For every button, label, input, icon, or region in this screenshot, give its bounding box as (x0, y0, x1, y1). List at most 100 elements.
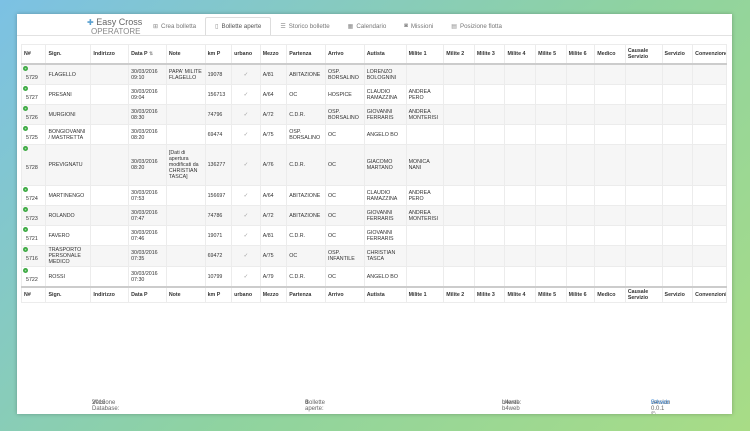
column-header[interactable]: urbano (231, 44, 261, 65)
bill-number: +5724 (20, 185, 47, 206)
b4web-link[interactable]: B4web (651, 400, 669, 406)
table-row[interactable]: +5725 BONGIOVANNI / MASTRETTA 30/03/2016 0… (20, 124, 727, 145)
brand-title: Easy Cross (96, 17, 143, 27)
expand-row-icon[interactable]: + (23, 146, 28, 151)
column-header[interactable]: N# (20, 44, 47, 65)
cell-empty (594, 104, 626, 125)
table-row[interactable]: +5723 ROLANDO 30/03/2016 07:47 74786 ✓ A/72 AB… (20, 205, 727, 226)
column-header[interactable]: Sign. (45, 44, 92, 65)
cell-empty (443, 185, 475, 206)
column-header[interactable]: Convenzione (692, 44, 727, 65)
cell-km: 156713 (204, 84, 233, 105)
cell-empty (624, 124, 663, 145)
cell-partenza: OC (286, 84, 326, 105)
cell-empty (565, 266, 596, 288)
cell-mezzo: A/75 (259, 245, 288, 267)
column-header[interactable]: Note (165, 44, 206, 65)
expand-row-icon[interactable]: + (23, 207, 28, 212)
column-header[interactable]: Partenza (286, 44, 326, 65)
table-row[interactable]: +5728 PREVIGNATU 30/03/2016 08:20 [Dati di … (20, 144, 727, 186)
cell-milite1 (405, 124, 445, 145)
tab-calendario[interactable]: ▦ Calendario (339, 17, 396, 36)
expand-row-icon[interactable]: + (23, 227, 28, 232)
cell-empty (90, 104, 130, 125)
column-header[interactable]: Servizio (661, 44, 694, 65)
cell-sign: FAVERO (45, 225, 92, 246)
cell-empty (692, 144, 727, 186)
column-header[interactable]: Milite 1 (405, 44, 445, 65)
cell-partenza: C.D.R. (286, 225, 326, 246)
expand-row-icon[interactable]: + (23, 187, 28, 192)
column-header[interactable]: Medico (594, 44, 626, 65)
expand-row-icon[interactable]: + (23, 66, 28, 71)
tab-posizione-flotta[interactable]: ▤ Posizione flotta (442, 17, 511, 36)
cell-empty (504, 266, 537, 288)
cell-empty (535, 124, 567, 145)
column-header[interactable]: Causale Servizio (624, 44, 663, 65)
cell-empty (535, 144, 567, 186)
cell-mezzo: A/76 (259, 144, 288, 186)
tab-bollette-aperte[interactable]: ▯ Bollette aperte (205, 17, 272, 36)
cell-empty (624, 205, 663, 226)
open-bills-count: Bollette aperte: 0 (305, 400, 326, 412)
column-footer: Indirizzo (90, 286, 130, 303)
tab-divider (17, 35, 732, 36)
column-header[interactable]: km P (204, 44, 233, 65)
cell-urbano: ✓ (231, 225, 261, 246)
cell-empty (443, 124, 475, 145)
expand-row-icon[interactable]: + (23, 247, 28, 252)
tab-label: Bollette aperte (221, 23, 262, 30)
column-header[interactable]: Milite 3 (473, 44, 506, 65)
column-header[interactable]: Milite 5 (535, 44, 567, 65)
tab-missioni[interactable]: ◙ Missioni (395, 17, 442, 36)
cell-arrivo: OC (324, 124, 365, 145)
camera-icon: ◙ (404, 23, 408, 29)
cell-urbano: ✓ (231, 84, 261, 105)
table-row[interactable]: +5729 FLAGELLO 30/03/2016 09:10 PAPA' MILIT… (20, 63, 727, 85)
table-row[interactable]: +5722 ROSSI 30/03/2016 07:30 10799 ✓ A/79 C.D.… (20, 266, 727, 288)
column-header[interactable]: Milite 2 (443, 44, 475, 65)
cell-data: 30/03/2016 08:20 (128, 124, 167, 145)
table-row[interactable]: +5716 TRASPORTO PERSONALE MEDICO 30/03/201… (20, 245, 727, 267)
column-header[interactable]: Milite 4 (504, 44, 537, 65)
column-header[interactable]: Arrivo (324, 44, 365, 65)
table-row[interactable]: +5727 PRESANI 30/03/2016 09:04 156713 ✓ A/64 O… (20, 84, 727, 105)
cell-partenza: C.D.R. (286, 104, 326, 125)
cell-empty (565, 104, 596, 125)
table-row[interactable]: +5724 MARTINENGO 30/03/2016 07:53 156697 ✓ A/… (20, 185, 727, 206)
column-header[interactable]: Milite 6 (565, 44, 596, 65)
cell-empty (504, 104, 537, 125)
cell-milite1 (405, 266, 445, 288)
tab-crea-bolletta[interactable]: ⊞ Crea bolletta (144, 17, 205, 36)
brand-logo[interactable]: ✚ Easy Cross OPERATORE (87, 17, 143, 37)
column-header[interactable]: Indirizzo (90, 44, 130, 65)
cell-note: [Dati di apertura modificati da CHRISTIA… (165, 144, 206, 186)
expand-row-icon[interactable]: + (23, 86, 28, 91)
list-icon: ☰ (280, 23, 286, 30)
tab-label: Crea bolletta (161, 22, 197, 30)
expand-row-icon[interactable]: + (23, 268, 28, 273)
expand-row-icon[interactable]: + (23, 126, 28, 131)
cell-autista: ANGELO BO (363, 124, 407, 145)
column-header[interactable]: Autista (363, 44, 407, 65)
table-row[interactable]: +5721 FAVERO 30/03/2016 07:46 19071 ✓ A/81 C.D… (20, 225, 727, 246)
cell-partenza: C.D.R. (286, 266, 326, 288)
cell-empty (443, 84, 475, 105)
cell-urbano: ✓ (231, 124, 261, 145)
column-header[interactable]: Data P ⇅ (128, 44, 167, 65)
expand-row-icon[interactable]: + (23, 106, 28, 111)
cell-empty (692, 185, 727, 206)
table-row[interactable]: +5726 MURGIONI 30/03/2016 08:30 74796 ✓ A/72 C… (20, 104, 727, 125)
map-icon: ▤ (451, 23, 457, 30)
cell-empty (624, 266, 663, 288)
column-footer: Milite 5 (535, 286, 567, 303)
bill-number: +5728 (20, 144, 47, 186)
column-footer: Milite 2 (443, 286, 475, 303)
column-header[interactable]: Mezzo (259, 44, 288, 65)
cell-autista: GIACOMO MARTANO (363, 144, 407, 186)
cell-empty (535, 245, 567, 267)
tab-storico-bollette[interactable]: ☰ Storico bollette (271, 17, 338, 36)
sort-icon[interactable]: ⇅ (148, 51, 153, 57)
cell-empty (594, 124, 626, 145)
cell-autista: ANGELO BO (363, 266, 407, 288)
